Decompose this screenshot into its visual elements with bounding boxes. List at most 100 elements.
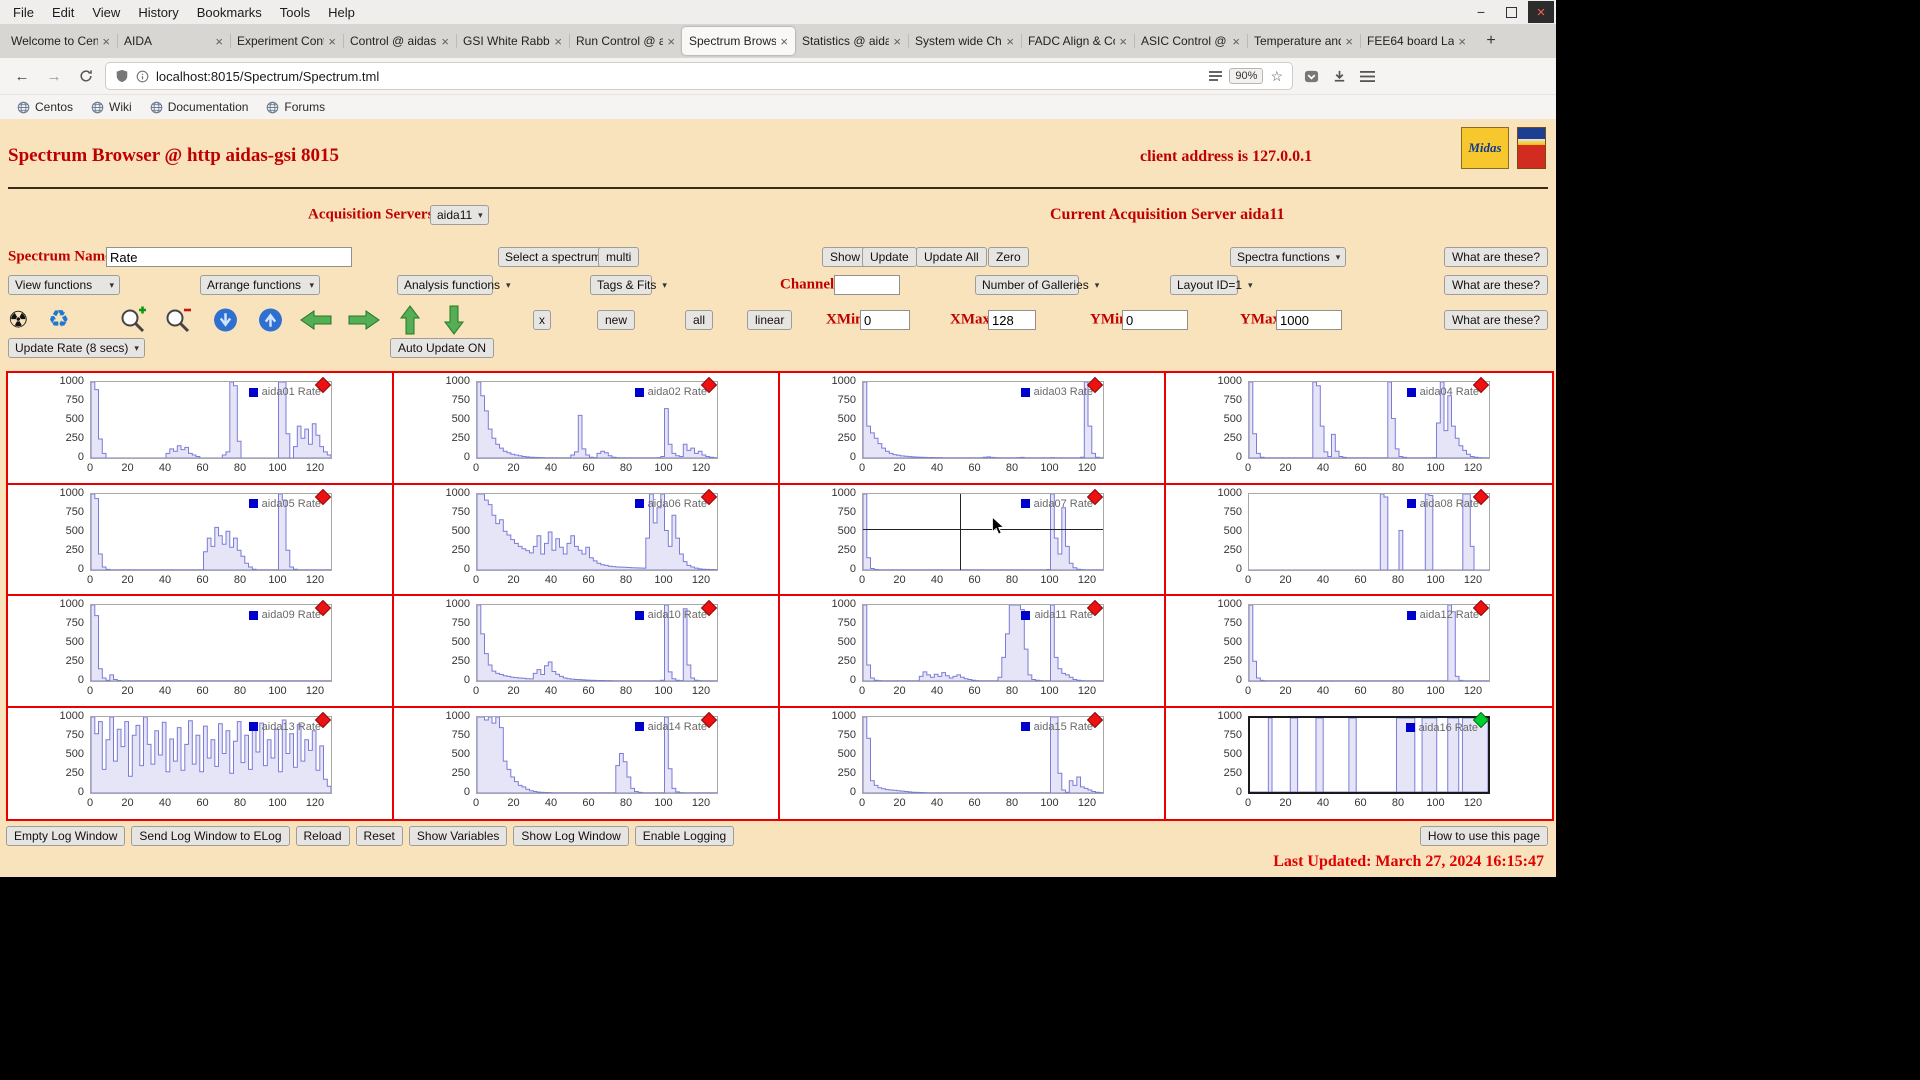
what-are-these-button-2[interactable]: What are these? [1443, 275, 1548, 295]
bookmark-documentation[interactable]: Documentation [143, 99, 256, 115]
log-button-reset[interactable]: Reset [355, 826, 403, 846]
tab-aida[interactable]: AIDA × [117, 27, 230, 55]
linear-button[interactable]: linear [747, 310, 793, 330]
plot-area[interactable]: aida08 Rate [1248, 492, 1490, 571]
analysis-functions-dropdown[interactable]: Analysis functions [397, 275, 500, 295]
plot-area[interactable]: aida15 Rate [862, 715, 1104, 794]
tab-close-icon[interactable]: × [1458, 34, 1466, 49]
spectra-functions-dropdown[interactable]: Spectra functions [1230, 247, 1347, 267]
spectrum-chart-aida08[interactable]: 1000 750 500 250 0 aida08 Rate 0 20 40 60 80 100 120 [1166, 484, 1552, 596]
tab-close-icon[interactable]: × [441, 34, 449, 49]
tab-close-icon[interactable]: × [328, 34, 336, 49]
menu-view[interactable]: View [83, 5, 129, 20]
maximize-button[interactable] [1498, 1, 1524, 23]
multi-button[interactable]: multi [598, 247, 640, 267]
arrange-functions-dropdown[interactable]: Arrange functions [200, 275, 320, 295]
plot-area[interactable]: aida13 Rate [90, 715, 332, 794]
new-button[interactable]: new [597, 310, 636, 330]
tab-asic-control[interactable]: ASIC Control @ × [1134, 27, 1247, 55]
menu-help[interactable]: Help [319, 5, 364, 20]
number-of-galleries-dropdown[interactable]: Number of Galleries [975, 275, 1089, 295]
bookmark-wiki[interactable]: Wiki [84, 99, 139, 115]
forward-button[interactable]: → [42, 64, 66, 88]
tab-close-icon[interactable]: × [893, 34, 901, 49]
layout-id-dropdown[interactable]: Layout ID=1 [1170, 275, 1242, 295]
update-button[interactable]: Update [862, 247, 917, 267]
menu-history[interactable]: History [129, 5, 187, 20]
menu-file[interactable]: File [4, 5, 43, 20]
shield-icon[interactable] [115, 69, 129, 83]
spectrum-chart-aida05[interactable]: 1000 750 500 250 0 aida05 Rate 0 20 40 60 80 100 120 [8, 484, 394, 596]
spectrum-chart-aida07[interactable]: 1000 750 500 250 0 aida07 Rate 0 20 40 60 80 100 120 [780, 484, 1166, 596]
zoom-out-icon[interactable] [163, 305, 193, 335]
tab-fee64-board-lay[interactable]: FEE64 board Lay × [1360, 27, 1473, 55]
tab-close-icon[interactable]: × [1119, 34, 1127, 49]
refresh-icon[interactable]: ♻ [48, 308, 70, 332]
update-all-button[interactable]: Update All [916, 247, 987, 267]
save-to-pocket-icon[interactable] [1304, 69, 1319, 84]
plot-area[interactable]: aida07 Rate [862, 492, 1104, 571]
spectrum-chart-aida06[interactable]: 1000 750 500 250 0 aida06 Rate 0 20 40 60 80 100 120 [394, 484, 780, 596]
spectrum-chart-aida01[interactable]: 1000 750 500 250 0 aida01 Rate 0 20 40 60 80 100 120 [8, 373, 394, 485]
how-to-use-button[interactable]: How to use this page [1419, 826, 1548, 846]
auto-update-button[interactable]: Auto Update ON [390, 338, 495, 358]
spectrum-chart-aida15[interactable]: 1000 750 500 250 0 aida15 Rate 0 20 40 60 80 100 120 [780, 707, 1166, 819]
new-tab-button[interactable]: + [1479, 32, 1503, 50]
plot-area[interactable]: aida01 Rate [90, 381, 332, 459]
plot-area[interactable]: aida10 Rate [476, 604, 718, 682]
minimize-button[interactable]: − [1468, 1, 1494, 23]
tab-control-aidas[interactable]: Control @ aidas × [343, 27, 456, 55]
update-rate-dropdown[interactable]: Update Rate (8 secs) [8, 338, 145, 358]
right-arrow-icon[interactable] [348, 310, 380, 330]
spectrum-chart-aida12[interactable]: 1000 750 500 250 0 aida12 Rate 0 20 40 60 80 100 120 [1166, 596, 1552, 708]
tab-close-icon[interactable]: × [1232, 34, 1240, 49]
spectrum-chart-aida03[interactable]: 1000 750 500 250 0 aida03 Rate 0 20 40 60 80 100 120 [780, 373, 1166, 485]
plot-area[interactable]: aida16 Rate [1248, 715, 1490, 794]
spectrum-chart-aida10[interactable]: 1000 750 500 250 0 aida10 Rate 0 20 40 60 80 100 120 [394, 596, 780, 708]
acquisition-server-select[interactable]: aida11 [430, 205, 489, 225]
tab-experiment-cont[interactable]: Experiment Cont × [230, 27, 343, 55]
channel-input[interactable] [834, 275, 900, 295]
log-button-send-log-window-to-elog[interactable]: Send Log Window to ELog [131, 826, 290, 846]
log-button-show-variables[interactable]: Show Variables [408, 826, 508, 846]
spectrum-chart-aida11[interactable]: 1000 750 500 250 0 aida11 Rate 0 20 40 60 80 100 120 [780, 596, 1166, 708]
tab-temperature-and[interactable]: Temperature and × [1247, 27, 1360, 55]
zoom-in-icon[interactable] [118, 305, 148, 335]
plot-area[interactable]: aida05 Rate [90, 492, 332, 571]
scroll-down-icon[interactable] [213, 308, 238, 333]
log-button-reload[interactable]: Reload [295, 826, 350, 846]
tab-close-icon[interactable]: × [780, 34, 788, 49]
down-arrow-icon[interactable] [444, 305, 464, 335]
spectrum-chart-aida13[interactable]: 1000 750 500 250 0 aida13 Rate 0 20 40 60 80 100 120 [8, 707, 394, 819]
menu-tools[interactable]: Tools [271, 5, 319, 20]
log-button-show-log-window[interactable]: Show Log Window [513, 826, 629, 846]
tab-welcome-to-cen[interactable]: Welcome to Cen × [4, 27, 117, 55]
back-button[interactable]: ← [10, 64, 34, 88]
tab-fadc-align-co[interactable]: FADC Align & Co × [1021, 27, 1134, 55]
xmin-input[interactable] [860, 310, 910, 330]
address-bar[interactable]: localhost:8015/Spectrum/Spectrum.tml 90%… [106, 63, 1292, 89]
plot-area[interactable]: aida04 Rate [1248, 381, 1490, 459]
plot-area[interactable]: aida06 Rate [476, 492, 718, 571]
tab-close-icon[interactable]: × [215, 34, 223, 49]
tab-spectrum-brows[interactable]: Spectrum Brows × [682, 27, 795, 55]
downloads-icon[interactable] [1332, 69, 1347, 84]
tab-statistics-aida[interactable]: Statistics @ aida × [795, 27, 908, 55]
left-arrow-icon[interactable] [300, 310, 332, 330]
spectrum-name-input[interactable] [106, 247, 352, 267]
plot-area[interactable]: aida11 Rate [862, 604, 1104, 682]
spectrum-chart-aida09[interactable]: 1000 750 500 250 0 aida09 Rate 0 20 40 60 80 100 120 [8, 596, 394, 708]
tab-close-icon[interactable]: × [102, 34, 110, 49]
spectrum-chart-aida16[interactable]: 1000 750 500 250 0 aida16 Rate 0 20 40 60 80 100 120 [1166, 707, 1552, 819]
spectrum-chart-aida04[interactable]: 1000 750 500 250 0 aida04 Rate 0 20 40 60 80 100 120 [1166, 373, 1552, 485]
ymin-input[interactable] [1122, 310, 1188, 330]
close-button[interactable]: × [1528, 1, 1554, 23]
what-are-these-button-3[interactable]: What are these? [1443, 310, 1548, 330]
zoom-level-button[interactable]: 90% [1229, 68, 1264, 84]
bookmark-star-icon[interactable]: ☆ [1270, 68, 1283, 85]
zero-button[interactable]: Zero [988, 247, 1029, 267]
spectrum-chart-aida14[interactable]: 1000 750 500 250 0 aida14 Rate 0 20 40 60 80 100 120 [394, 707, 780, 819]
up-arrow-icon[interactable] [400, 305, 420, 335]
log-button-empty-log-window[interactable]: Empty Log Window [6, 826, 126, 846]
tab-close-icon[interactable]: × [667, 34, 675, 49]
